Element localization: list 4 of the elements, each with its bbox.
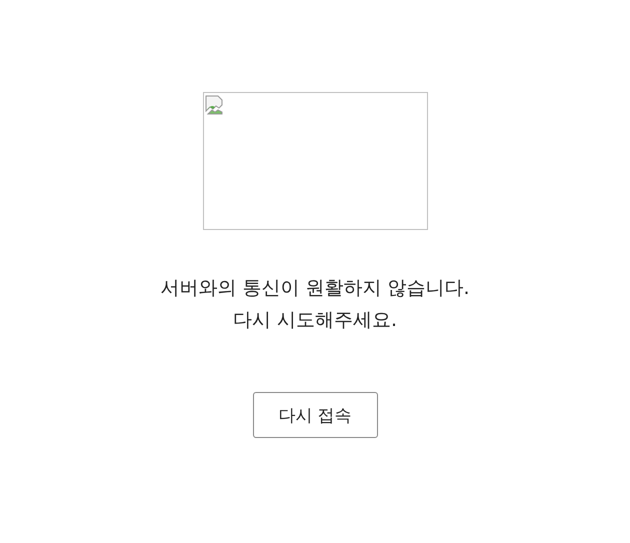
error-message: 서버와의 통신이 원활하지 않습니다. (160, 276, 470, 301)
reconnect-button[interactable]: 다시 접속 (252, 392, 378, 438)
error-message: 다시 시도해주세요. (232, 308, 398, 333)
broken-image-icon (204, 95, 224, 115)
